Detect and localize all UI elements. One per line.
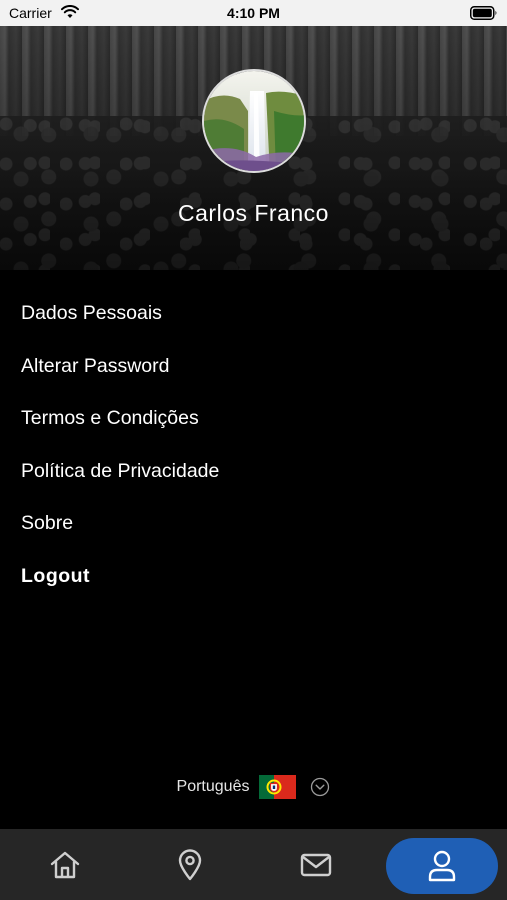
bottom-tab-bar	[0, 829, 507, 900]
tab-messages[interactable]	[271, 829, 361, 900]
status-bar: Carrier 4:10 PM	[0, 0, 507, 26]
menu-item-about[interactable]: Sobre	[21, 510, 481, 563]
profile-screen: Carrier 4:10 PM Carlos Franco Dados Pess…	[0, 0, 507, 900]
language-selector[interactable]: Português	[0, 774, 507, 800]
menu-item-change-password[interactable]: Alterar Password	[21, 353, 481, 406]
chevron-down-icon[interactable]	[310, 777, 330, 797]
portugal-flag-icon	[259, 775, 297, 799]
status-time: 4:10 PM	[227, 5, 280, 21]
location-pin-icon	[178, 848, 202, 880]
user-icon	[428, 850, 456, 882]
logout-button[interactable]: Logout	[21, 563, 481, 616]
home-icon	[50, 851, 80, 878]
menu-item-privacy-policy[interactable]: Política de Privacidade	[21, 458, 481, 511]
user-name: Carlos Franco	[178, 200, 329, 226]
tab-location[interactable]	[145, 829, 235, 900]
envelope-icon	[300, 853, 332, 876]
tab-home[interactable]	[20, 829, 110, 900]
menu-item-personal-data[interactable]: Dados Pessoais	[21, 300, 481, 353]
tab-profile[interactable]	[386, 838, 498, 894]
waterfall-photo	[204, 71, 304, 171]
profile-header: Carlos Franco	[0, 26, 507, 270]
language-label: Português	[176, 778, 250, 795]
battery-icon	[470, 6, 498, 23]
menu-item-terms[interactable]: Termos e Condições	[21, 405, 481, 458]
settings-menu: Dados Pessoais Alterar Password Termos e…	[21, 300, 481, 615]
avatar[interactable]	[202, 69, 306, 173]
